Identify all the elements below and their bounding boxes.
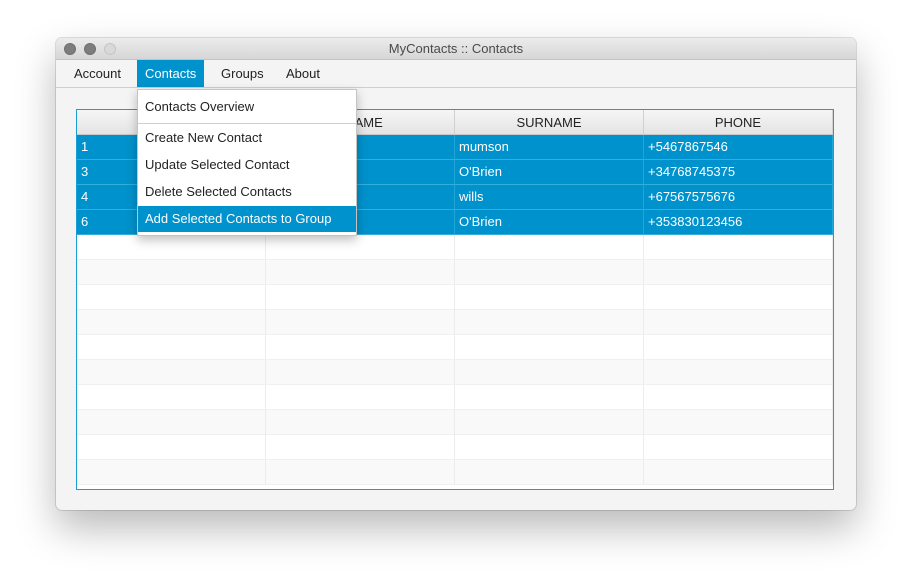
title-bar: MyContacts :: Contacts — [56, 38, 856, 60]
empty-cell — [644, 410, 833, 435]
empty-cell — [266, 360, 455, 385]
empty-cell — [77, 435, 266, 460]
empty-table-row — [77, 385, 833, 410]
empty-table-row — [77, 235, 833, 260]
empty-cell — [644, 235, 833, 260]
menu-item-contacts-overview[interactable]: Contacts Overview — [138, 94, 356, 120]
empty-cell — [77, 310, 266, 335]
empty-cell — [455, 410, 644, 435]
cell-phone: +353830123456 — [644, 210, 833, 235]
menu-item-add-selected-contacts-to-group[interactable]: Add Selected Contacts to Group — [138, 206, 356, 232]
menu-account[interactable]: Account — [66, 60, 129, 87]
empty-cell — [77, 410, 266, 435]
empty-cell — [266, 235, 455, 260]
empty-cell — [455, 460, 644, 485]
empty-cell — [77, 260, 266, 285]
empty-table-row — [77, 310, 833, 335]
empty-cell — [77, 460, 266, 485]
menu-item-create-new-contact[interactable]: Create New Contact — [138, 125, 356, 151]
empty-table-row — [77, 335, 833, 360]
empty-cell — [644, 460, 833, 485]
menu-about[interactable]: About — [278, 60, 328, 87]
empty-cell — [644, 260, 833, 285]
cell-phone: +34768745375 — [644, 160, 833, 185]
window-title: MyContacts :: Contacts — [388, 41, 524, 56]
cell-phone: +67567575676 — [644, 185, 833, 210]
empty-table-row — [77, 460, 833, 485]
empty-cell — [266, 310, 455, 335]
empty-cell — [644, 360, 833, 385]
menu-item-update-selected-contact[interactable]: Update Selected Contact — [138, 152, 356, 178]
empty-cell — [266, 435, 455, 460]
empty-cell — [644, 385, 833, 410]
empty-table-row — [77, 435, 833, 460]
menu-item-delete-selected-contacts[interactable]: Delete Selected Contacts — [138, 179, 356, 205]
empty-cell — [77, 335, 266, 360]
empty-cell — [455, 335, 644, 360]
column-header-phone[interactable]: PHONE — [644, 110, 833, 134]
empty-cell — [644, 335, 833, 360]
empty-cell — [455, 310, 644, 335]
empty-cell — [644, 435, 833, 460]
menu-bar: Account Contacts Groups About — [56, 60, 856, 88]
menu-separator — [138, 123, 356, 124]
empty-table-row — [77, 410, 833, 435]
cell-surname: O'Brien — [455, 160, 644, 185]
menu-contacts[interactable]: Contacts — [137, 60, 205, 87]
contacts-dropdown-menu: Contacts Overview Create New Contact Upd… — [137, 89, 357, 236]
empty-cell — [266, 460, 455, 485]
empty-cell — [77, 385, 266, 410]
empty-cell — [266, 285, 455, 310]
empty-cell — [644, 285, 833, 310]
empty-cell — [455, 235, 644, 260]
menu-groups[interactable]: Groups — [213, 60, 272, 87]
app-window: MyContacts :: Contacts Account Contacts … — [56, 38, 856, 510]
empty-cell — [455, 385, 644, 410]
empty-table-row — [77, 260, 833, 285]
column-header-surname[interactable]: SURNAME — [455, 110, 644, 134]
empty-cell — [266, 335, 455, 360]
cell-surname: mumson — [455, 135, 644, 160]
empty-table-row — [77, 285, 833, 310]
empty-cell — [455, 435, 644, 460]
cell-phone: +5467867546 — [644, 135, 833, 160]
empty-cell — [77, 360, 266, 385]
empty-cell — [266, 260, 455, 285]
empty-cell — [455, 285, 644, 310]
empty-table-row — [77, 360, 833, 385]
empty-cell — [455, 260, 644, 285]
empty-cell — [266, 410, 455, 435]
empty-cell — [77, 235, 266, 260]
cell-surname: O'Brien — [455, 210, 644, 235]
empty-cell — [77, 285, 266, 310]
empty-cell — [455, 360, 644, 385]
cell-surname: wills — [455, 185, 644, 210]
empty-cell — [644, 310, 833, 335]
empty-cell — [266, 385, 455, 410]
